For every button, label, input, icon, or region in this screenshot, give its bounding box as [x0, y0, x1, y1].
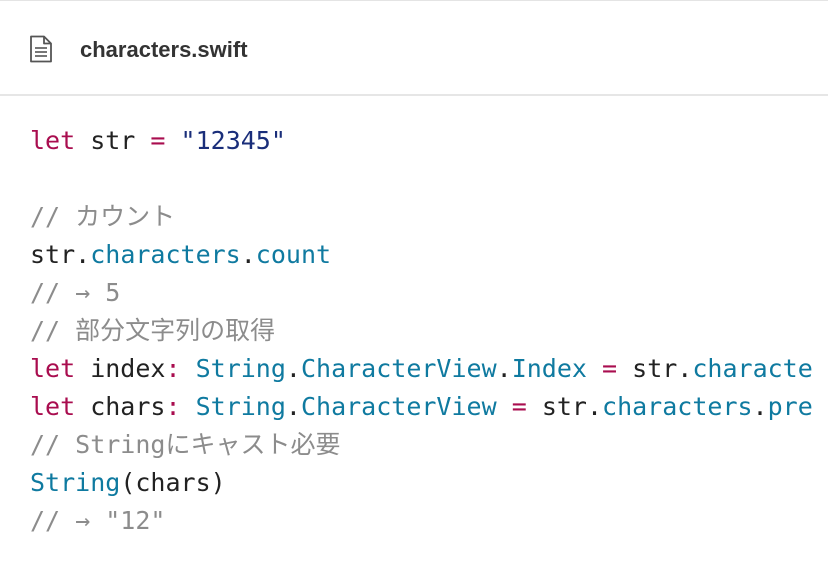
identifier-token: String: [195, 392, 286, 421]
plain-token: str.: [617, 354, 693, 383]
code-line: let str = "12345": [30, 122, 813, 160]
string-token: "12345": [180, 126, 286, 155]
keyword-token: let: [30, 392, 76, 421]
comment-token: // カウント: [30, 202, 176, 231]
identifier-token: count: [255, 240, 332, 269]
plain-token: .: [285, 392, 301, 421]
code-line: // Stringにキャスト必要: [30, 426, 813, 464]
comment-token: // 部分文字列の取得: [30, 316, 276, 345]
document-icon: [30, 35, 52, 63]
keyword-token: =: [150, 126, 166, 155]
identifier-token: CharacterView: [300, 392, 497, 421]
code-line: // → "12": [30, 502, 813, 540]
identifier-token: characters: [90, 240, 241, 269]
keyword-token: let: [30, 354, 76, 383]
identifier-token: Index: [511, 354, 587, 383]
plain-token: str.: [30, 240, 91, 269]
file-header: characters.swift: [0, 0, 828, 96]
plain-token: .: [240, 240, 256, 269]
plain-token: index: [75, 354, 166, 383]
identifier-token: String: [30, 468, 121, 497]
comment-token: // → "12": [30, 506, 166, 535]
keyword-token: :: [165, 392, 181, 421]
comment-token: // → 5: [30, 278, 121, 307]
plain-token: str.: [526, 392, 603, 421]
identifier-token: characte: [692, 354, 813, 383]
code-line: // カウント: [30, 198, 813, 236]
keyword-token: let: [30, 126, 76, 155]
keyword-token: =: [511, 392, 527, 421]
code-line: let chars: String.CharacterView = str.ch…: [30, 388, 813, 426]
plain-token: .: [496, 354, 512, 383]
plain-token: .: [752, 392, 768, 421]
keyword-token: =: [602, 354, 618, 383]
identifier-token: String: [195, 354, 286, 383]
identifier-token: pre: [767, 392, 813, 421]
identifier-token: characters: [602, 392, 753, 421]
code-line: let index: String.CharacterView.Index = …: [30, 350, 813, 388]
file-name[interactable]: characters.swift: [80, 35, 248, 65]
identifier-token: CharacterView: [300, 354, 497, 383]
plain-token: str: [75, 126, 151, 155]
code-line: // → 5: [30, 274, 813, 312]
keyword-token: :: [165, 354, 181, 383]
plain-token: .: [285, 354, 301, 383]
code-file-view: characters.swift let str = "12345" // カウ…: [0, 0, 828, 576]
code-block: let str = "12345" // カウント str.characters.…: [30, 122, 813, 540]
code-line: String(chars): [30, 464, 813, 502]
plain-token: (chars): [120, 468, 226, 497]
code-line: // 部分文字列の取得: [30, 312, 813, 350]
plain-token: chars: [75, 392, 166, 421]
code-line: str.characters.count: [30, 236, 813, 274]
comment-token: // Stringにキャスト必要: [30, 430, 341, 459]
